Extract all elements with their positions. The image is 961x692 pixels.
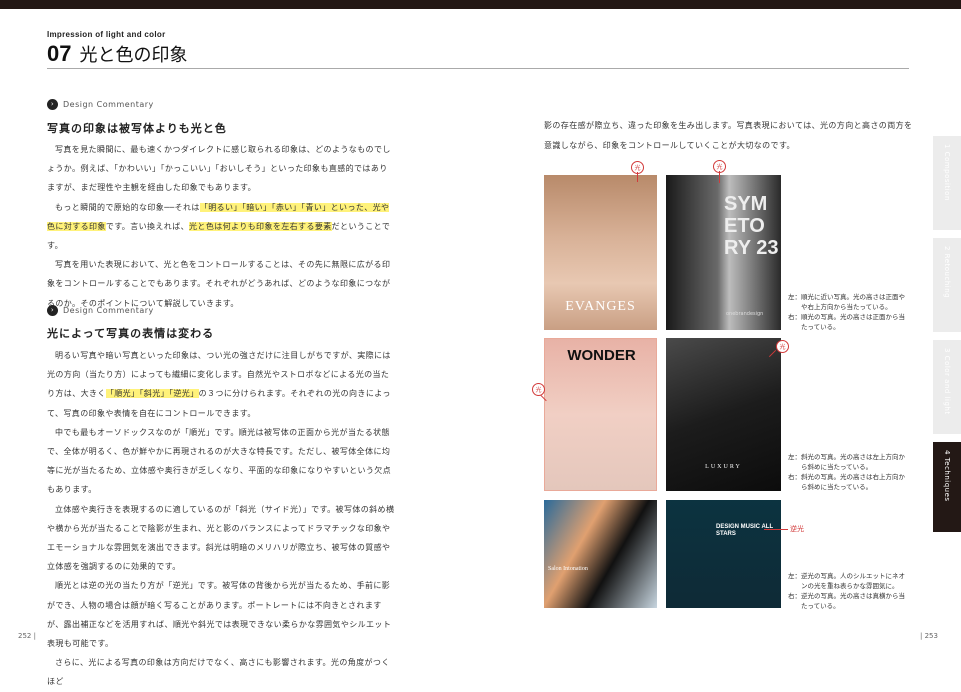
paragraph: 明るい写真や暗い写真といった印象は、つい光の強さだけに注目しがちですが、実際には… [47,351,391,418]
photo-wonder: WONDER [544,338,657,491]
section-number: 07 [47,41,72,66]
tab-composition[interactable]: 1 Composition [933,136,961,230]
highlight: 「順光」「斜光」「逆光」 [105,389,199,399]
page-title: 07 光と色の印象 [47,40,187,68]
photo-evanges: EVANGES [544,175,657,330]
top-bar [0,0,961,9]
arrow-down-icon [719,171,720,183]
paragraph: 順光とは逆の光の当たり方が「逆光」です。被写体の背後から光が当たるため、手前に影… [47,581,392,649]
section-eyebrow: Impression of light and color [47,30,166,39]
brand-text: DESIGN MUSIC ALL STARS [716,524,774,537]
section1-heading: 写真の印象は被写体よりも光と色 [47,122,227,135]
photo-symmetory: SYM ETO RY 23 onebrandesign [666,175,781,330]
design-commentary-label-1: › Design Commentary [47,98,154,110]
photo-salon: Salon Intonation [544,500,657,608]
section2-body: 明るい写真や暗い写真といった印象は、つい光の強さだけに注目しがちですが、実際には… [47,346,395,692]
paragraph: 影の存在感が際立ち、違った印象を生み出します。写真表現においては、光の方向と高さ… [544,121,913,150]
photo-design-music: DESIGN MUSIC ALL STARS [666,500,781,608]
title-rule [47,68,909,69]
section1-body: 写真を見た瞬間に、最も速くかつダイレクトに感じ取られる印象は、どのようなものでし… [47,140,395,313]
backlight-annotation: 逆光 [790,525,804,533]
paragraph: 立体感や奥行きを表現するのに適しているのが「斜光（サイド光）」です。被写体の斜め… [47,504,395,572]
section2-heading: 光によって写真の表情は変わる [47,327,215,340]
paragraph: もっと瞬間的で原始的な印象──それは「明るい」「暗い」「赤い」「青い」といった、… [47,202,391,251]
brand-text: EVANGES [565,299,636,314]
arrow-down-icon [637,172,638,182]
photo-luxury: LUXURY [666,338,781,491]
design-commentary-label-2: › Design Commentary [47,304,154,316]
brand-text: WONDER [567,347,636,364]
tab-color-and-light[interactable]: 3 Color and light [933,340,961,434]
caption-row1: 左： 順光に近い写真。光の高さは正面やや右上方向から当たっている。 右： 順光の写真… [788,293,905,331]
chevron-right-icon: › [47,98,58,110]
paragraph: 中でも最もオーソドックスなのが「順光」です。順光は被写体の正面から光が当たる状態… [47,427,392,495]
section-title: 光と色の印象 [79,45,188,66]
light-annotation: 光 [776,340,789,353]
chevron-right-icon: › [47,304,58,316]
page-number-right: | 253 [920,632,938,640]
brand-text: LUXURY [705,464,742,470]
tab-retouching[interactable]: 2 Retouching [933,238,961,332]
right-column-body: 影の存在感が際立ち、違った印象を生み出します。写真表現においては、光の方向と高さ… [544,116,914,156]
brand-text: SYM ETO RY 23 [724,193,779,259]
caption-row3: 左： 逆光の写真。人のシルエットにネオンの光を重ね表らかな雰囲気に。 右： 逆光の写… [788,572,905,610]
paragraph: 写真を見た瞬間に、最も速くかつダイレクトに感じ取られる印象は、どのようなものでし… [47,145,391,193]
caption-row2: 左： 斜光の写真。光の高さは左上方向から斜めに当たっている。 右： 斜光の写真。光の… [788,453,905,491]
brand-subtext: onebrandesign [726,311,764,317]
highlight: 光と色は何よりも印象を左右する要素 [189,221,332,231]
paragraph: さらに、光による写真の印象は方向だけでなく、高さにも影響されます。光の角度がつく… [47,658,390,687]
light-annotation: 光 [532,383,545,396]
annotation-leader-line [764,529,788,530]
page-number-left: 252 | [18,632,36,640]
tab-techniques[interactable]: 4 Techniques [933,442,961,532]
brand-text: Salon Intonation [548,566,588,572]
